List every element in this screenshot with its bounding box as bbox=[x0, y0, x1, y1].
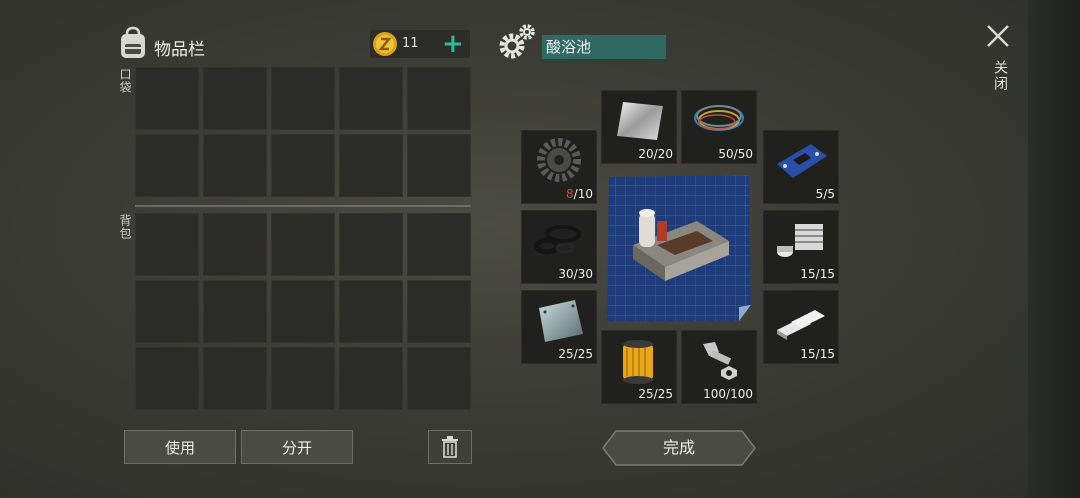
wires-icon bbox=[694, 105, 744, 131]
backpack-slot[interactable] bbox=[203, 280, 267, 343]
backpack-slot[interactable] bbox=[203, 347, 267, 410]
part-have: 100 bbox=[703, 387, 727, 401]
pocket-slot[interactable] bbox=[407, 134, 471, 197]
done-button[interactable]: 完成 bbox=[602, 430, 756, 466]
part-slot[interactable]: 15/15 bbox=[763, 210, 839, 284]
part-have: 25 bbox=[638, 387, 654, 401]
coin-icon bbox=[373, 32, 397, 56]
backpack-slot[interactable] bbox=[339, 213, 403, 276]
pocket-label: 口袋 bbox=[118, 68, 132, 94]
pocket-slot[interactable] bbox=[203, 67, 267, 130]
craft-item-name: 酸浴池 bbox=[542, 35, 666, 59]
part-need: 25 bbox=[577, 347, 593, 361]
backpack-slot[interactable] bbox=[339, 280, 403, 343]
engine-block-icon bbox=[777, 224, 823, 257]
acid-bath-blueprint bbox=[607, 175, 751, 321]
part-need: 20 bbox=[657, 147, 673, 161]
part-have: 15 bbox=[800, 267, 816, 281]
rubber-rings-icon bbox=[534, 225, 581, 255]
backpack-slot[interactable] bbox=[407, 280, 471, 343]
backpack-slot[interactable] bbox=[135, 347, 199, 410]
backpack-slot[interactable] bbox=[271, 280, 335, 343]
part-have: 30 bbox=[558, 267, 574, 281]
coin-balance: 11 + bbox=[370, 30, 470, 58]
steel-plate-icon bbox=[539, 300, 583, 342]
part-slot[interactable]: 30/30 bbox=[521, 210, 597, 284]
backpack-slot[interactable] bbox=[203, 213, 267, 276]
part-need: 15 bbox=[819, 267, 835, 281]
backpack-slot[interactable] bbox=[271, 213, 335, 276]
part-slot[interactable]: 5/5 bbox=[763, 130, 839, 204]
use-button[interactable]: 使用 bbox=[124, 430, 236, 464]
backpack-slot[interactable] bbox=[407, 213, 471, 276]
backpack-slot[interactable] bbox=[135, 280, 199, 343]
done-label: 完成 bbox=[662, 438, 695, 457]
split-button[interactable]: 分开 bbox=[241, 430, 353, 464]
part-have: 15 bbox=[800, 347, 816, 361]
backpack-slot[interactable] bbox=[135, 213, 199, 276]
trash-icon bbox=[442, 436, 458, 458]
part-need: 15 bbox=[819, 347, 835, 361]
part-slot[interactable]: 20/20 bbox=[601, 90, 677, 164]
part-have: 20 bbox=[638, 147, 654, 161]
backpack-slot[interactable] bbox=[339, 347, 403, 410]
part-need: 50 bbox=[737, 147, 753, 161]
part-need: 25 bbox=[657, 387, 673, 401]
circuit-board-icon bbox=[777, 144, 827, 178]
part-slot[interactable]: 25/25 bbox=[601, 330, 677, 404]
gears-icon bbox=[499, 24, 535, 59]
add-coins-button[interactable]: + bbox=[442, 30, 464, 58]
part-slot[interactable]: 50/50 bbox=[681, 90, 757, 164]
part-need: 5 bbox=[827, 187, 835, 201]
inventory-header: 物品栏 11 + bbox=[118, 26, 470, 64]
pocket-slot[interactable] bbox=[135, 134, 199, 197]
part-need: 10 bbox=[577, 187, 593, 201]
pocket-slot[interactable] bbox=[203, 134, 267, 197]
pocket-slot[interactable] bbox=[271, 67, 335, 130]
close-label[interactable]: 关闭 bbox=[990, 60, 1010, 92]
bolts-icon bbox=[703, 342, 737, 380]
part-slot[interactable]: 15/15 bbox=[763, 290, 839, 364]
backpack-grid bbox=[135, 213, 471, 410]
filter-icon bbox=[623, 340, 653, 384]
pocket-slot[interactable] bbox=[339, 67, 403, 130]
metal-sheet-icon bbox=[617, 102, 663, 140]
part-have: 5 bbox=[815, 187, 824, 201]
part-have: 8 bbox=[566, 187, 574, 201]
backpack-icon bbox=[121, 26, 145, 58]
part-need: 30 bbox=[577, 267, 593, 281]
part-slot[interactable]: 100/100 bbox=[681, 330, 757, 404]
inventory-title: 物品栏 bbox=[154, 40, 205, 60]
pocket-slot[interactable] bbox=[135, 67, 199, 130]
section-divider bbox=[135, 205, 471, 207]
part-slot[interactable]: 25/25 bbox=[521, 290, 597, 364]
backpack-slot[interactable] bbox=[407, 347, 471, 410]
part-have: 25 bbox=[558, 347, 574, 361]
backpack-slot[interactable] bbox=[271, 347, 335, 410]
aluminum-bars-icon bbox=[777, 310, 825, 340]
side-strip bbox=[1028, 0, 1080, 498]
backpack-label: 背包 bbox=[118, 214, 132, 240]
pocket-slot[interactable] bbox=[407, 67, 471, 130]
part-slot[interactable]: 8/10 bbox=[521, 130, 597, 204]
pocket-slot[interactable] bbox=[339, 134, 403, 197]
pocket-slot[interactable] bbox=[271, 134, 335, 197]
part-have: 50 bbox=[718, 147, 734, 161]
part-need: 100 bbox=[730, 387, 753, 401]
pocket-grid bbox=[135, 67, 471, 197]
coin-count: 11 bbox=[402, 36, 419, 51]
gear-part-icon bbox=[537, 138, 581, 182]
trash-button[interactable] bbox=[428, 430, 472, 464]
close-icon[interactable] bbox=[986, 24, 1010, 48]
